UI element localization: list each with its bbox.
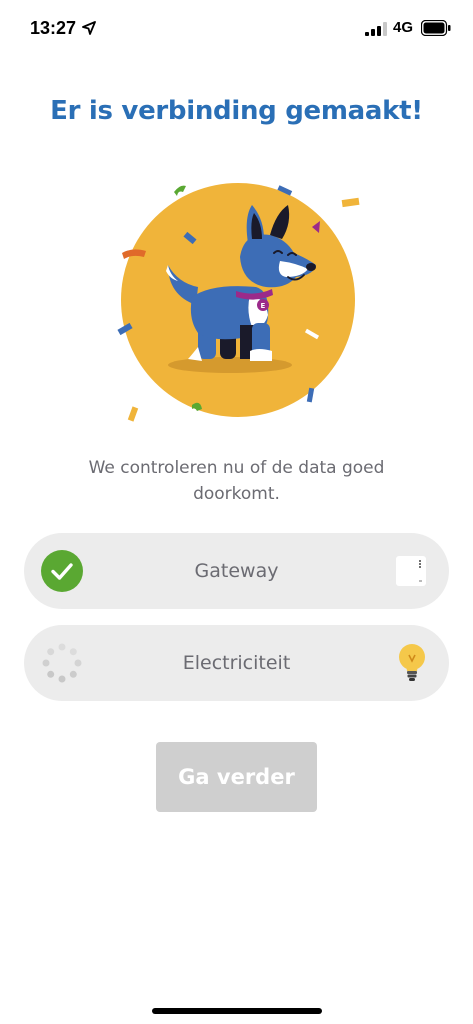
gateway-device-icon bbox=[396, 556, 426, 586]
connection-success-screen: 13:27 4G Er is verbinding gemaakt! E We … bbox=[0, 0, 473, 1024]
check-label-gateway: Gateway bbox=[194, 560, 279, 582]
svg-text:E: E bbox=[261, 302, 266, 310]
home-indicator[interactable] bbox=[152, 1008, 322, 1014]
dog-celebration-illustration: E bbox=[117, 183, 360, 422]
network-type: 4G bbox=[393, 19, 414, 36]
page-title: Er is verbinding gemaakt! bbox=[50, 96, 423, 126]
lightbulb-icon bbox=[399, 644, 425, 681]
check-row-gateway: Gateway bbox=[24, 533, 449, 609]
continue-button[interactable]: Ga verder bbox=[156, 742, 317, 812]
check-label-electricity: Electriciteit bbox=[182, 652, 291, 674]
check-row-electricity: Electriciteit bbox=[24, 625, 449, 701]
location-arrow-icon bbox=[82, 21, 96, 35]
status-time: 13:27 bbox=[30, 18, 77, 38]
cellular-signal-icon bbox=[365, 22, 387, 36]
battery-icon bbox=[421, 20, 451, 36]
status-description: We controleren nu of de data goed doorko… bbox=[88, 458, 385, 504]
status-bar: 13:27 4G bbox=[0, 0, 473, 60]
